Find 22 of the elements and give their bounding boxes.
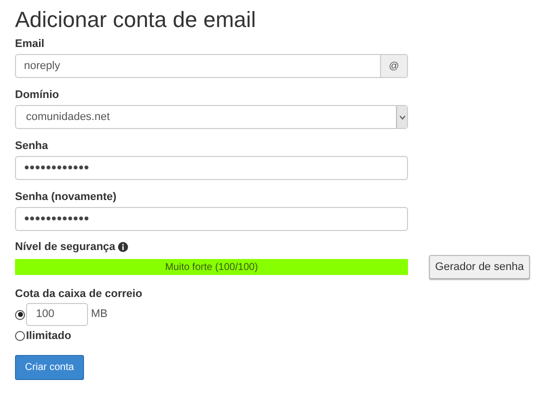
field-label: Cota da caixa de correio	[15, 287, 144, 301]
at-addon: @	[381, 54, 408, 78]
field-label: Senha (novamente)	[15, 190, 118, 204]
password-field[interactable]: ●●●●●●●●●●●●	[15, 156, 408, 180]
password-generator-button[interactable]: Gerador de senha	[429, 255, 530, 279]
radio-button[interactable]	[15, 310, 25, 320]
radio-button[interactable]	[15, 331, 25, 342]
strength-meter: Muito forte (100/100)	[15, 259, 408, 275]
field-label: Senha	[15, 139, 50, 153]
page-title: Adicionar conta de email	[15, 6, 257, 34]
option-label: Ilimitado	[26, 329, 72, 344]
field-label: Email	[15, 37, 46, 51]
email-field[interactable]: noreply	[15, 54, 381, 78]
unit-label: MB	[91, 307, 108, 322]
domain-select[interactable]: comunidades.net	[15, 105, 408, 129]
create-account-button[interactable]: Criar conta	[15, 354, 84, 380]
info-icon[interactable]	[118, 242, 128, 252]
caret-icon	[396, 106, 407, 128]
field-label: Domínio	[15, 88, 60, 102]
password-field[interactable]: ●●●●●●●●●●●●	[15, 207, 408, 231]
field-label: Nível de segurança	[15, 240, 116, 254]
quota-field[interactable]: 100	[26, 303, 88, 326]
